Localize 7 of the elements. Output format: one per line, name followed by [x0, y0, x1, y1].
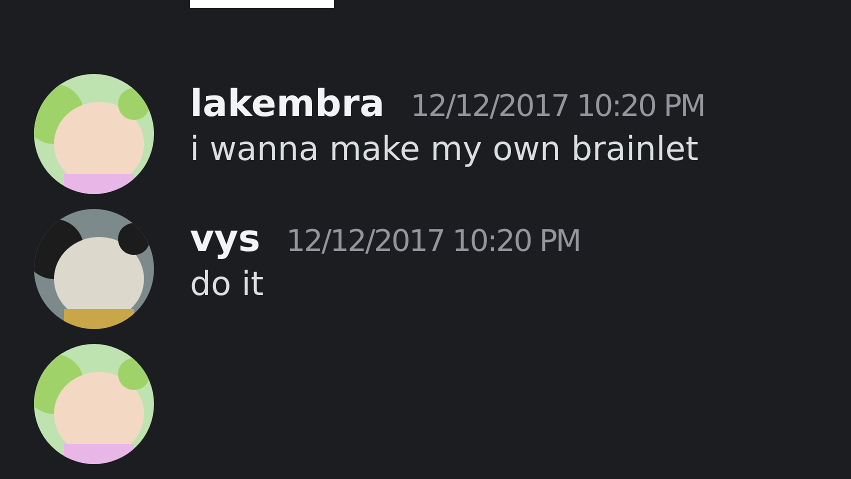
message-text: i wanna make my own brainlet: [190, 128, 700, 170]
username[interactable]: vys: [190, 214, 260, 263]
message-text: do it: [190, 262, 265, 305]
username[interactable]: lakembra: [190, 80, 385, 128]
timestamp: 12/12/2017 10:20 PM: [286, 224, 580, 259]
image-preview[interactable]: [190, 0, 334, 8]
timestamp: 12/12/2017 10:20 PM: [410, 88, 705, 124]
